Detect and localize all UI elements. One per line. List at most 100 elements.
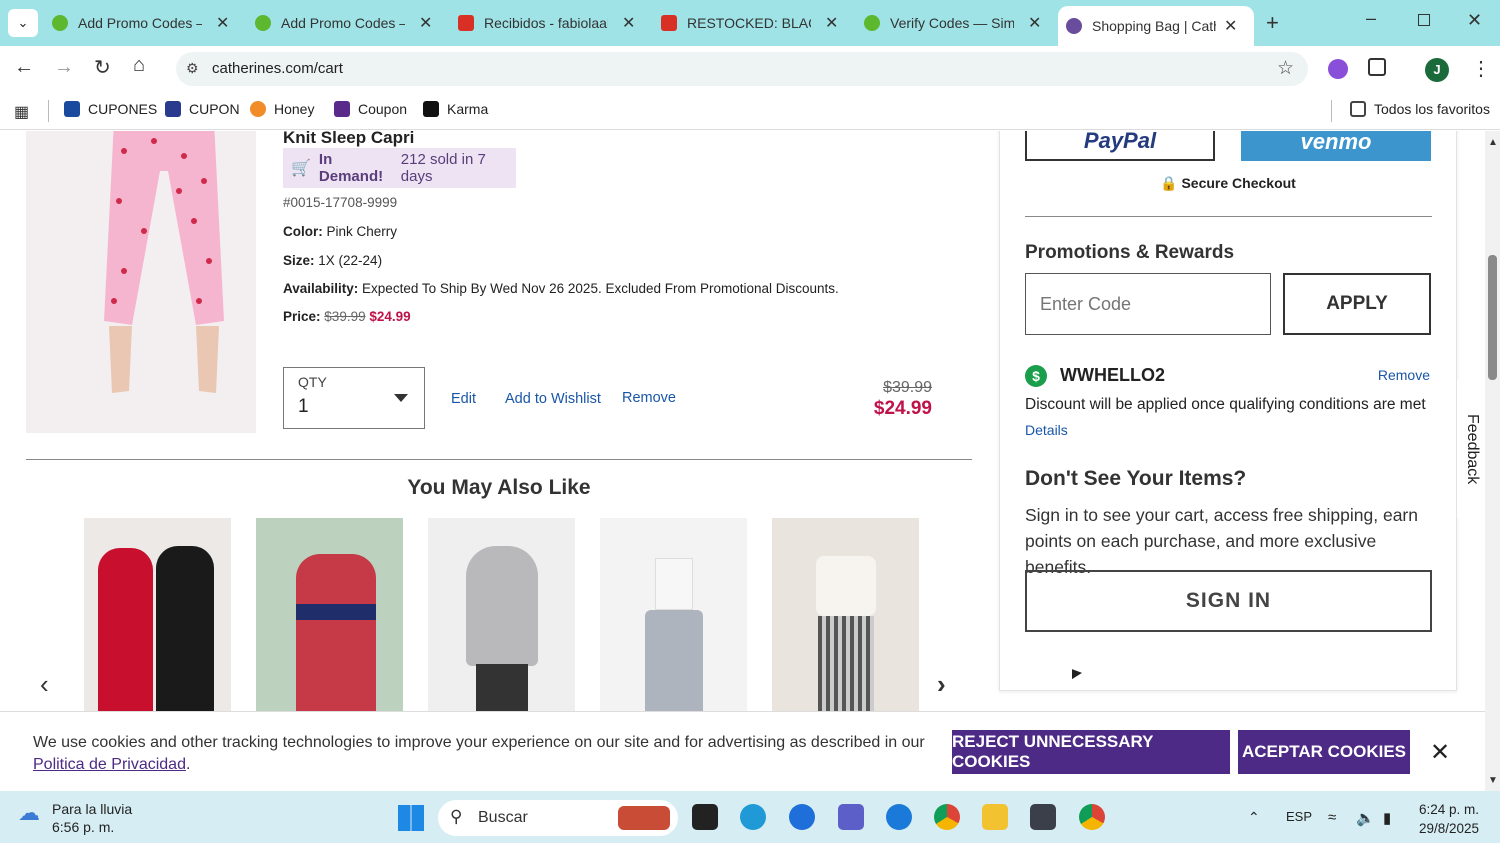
sign-in-button[interactable]: SIGN IN bbox=[1025, 570, 1432, 632]
edit-link[interactable]: Edit bbox=[451, 391, 476, 407]
tab-add-promo-codes-2[interactable]: Add Promo Codes — ✕ bbox=[255, 8, 432, 38]
accept-cookies-button[interactable]: ACEPTAR COOKIES bbox=[1238, 730, 1410, 774]
extension-purple-icon[interactable] bbox=[1328, 59, 1348, 79]
remove-item-link[interactable]: Remove bbox=[622, 390, 676, 406]
scroll-down-icon[interactable]: ▼ bbox=[1488, 775, 1498, 786]
volume-icon[interactable]: 🔈 bbox=[1356, 809, 1375, 827]
close-tab-icon[interactable]: ✕ bbox=[419, 13, 432, 33]
site-settings-icon[interactable]: ⚙ bbox=[186, 60, 199, 77]
tab-add-promo-codes-1[interactable]: Add Promo Codes — ✕ bbox=[52, 8, 229, 38]
carousel-prev-icon[interactable]: ‹ bbox=[40, 669, 49, 700]
close-banner-icon[interactable]: ✕ bbox=[1430, 738, 1450, 767]
show-hidden-icons[interactable]: ⌃ bbox=[1248, 809, 1260, 826]
add-to-wishlist-link[interactable]: Add to Wishlist bbox=[505, 391, 601, 407]
reload-icon[interactable]: ↻ bbox=[94, 55, 111, 80]
page-content: Knit Sleep Capri 🛒 In Demand! 212 sold i… bbox=[0, 131, 1500, 711]
home-icon[interactable]: ⌂ bbox=[133, 54, 145, 77]
tab-verify-codes[interactable]: Verify Codes — Simp ✕ bbox=[864, 8, 1041, 38]
close-tab-icon[interactable]: ✕ bbox=[825, 13, 838, 33]
bookmark-star-icon[interactable]: ☆ bbox=[1277, 57, 1294, 80]
remove-coupon-link[interactable]: Remove bbox=[1378, 367, 1430, 383]
product-thumbnail bbox=[655, 558, 693, 610]
bookmark-coupon[interactable]: Coupon bbox=[334, 101, 407, 117]
taskbar-search-label: Buscar bbox=[478, 809, 528, 826]
teams-icon[interactable] bbox=[838, 804, 864, 830]
recommendation-card[interactable] bbox=[84, 518, 231, 711]
extensions-puzzle-icon[interactable] bbox=[1368, 58, 1386, 76]
chrome-icon[interactable] bbox=[934, 804, 960, 830]
tab-title: Recibidos - fabiolaale bbox=[484, 15, 608, 31]
close-window-icon[interactable]: ✕ bbox=[1467, 10, 1482, 31]
minimize-icon[interactable]: – bbox=[1366, 8, 1376, 29]
windows-start-icon[interactable] bbox=[398, 805, 424, 831]
battery-icon[interactable]: ▮ bbox=[1383, 809, 1391, 827]
bookmark-cupones[interactable]: CUPONES bbox=[64, 101, 157, 117]
address-bar[interactable]: ⚙ catherines.com/cart ☆ bbox=[176, 52, 1308, 86]
privacy-policy-link[interactable]: Politica de Privacidad bbox=[33, 756, 186, 773]
all-bookmarks[interactable]: Todos los favoritos bbox=[1350, 101, 1490, 117]
bookmark-honey[interactable]: Honey bbox=[250, 101, 314, 117]
checkout-panel: PayPal venmo 🔒 Secure Checkout Promotion… bbox=[999, 131, 1457, 691]
wifi-icon[interactable]: ≈ bbox=[1328, 809, 1336, 826]
close-tab-icon[interactable]: ✕ bbox=[216, 13, 229, 33]
browser-toolbar: ← → ↻ ⌂ ⚙ catherines.com/cart ☆ J ⋮ bbox=[0, 46, 1500, 92]
edge-icon[interactable] bbox=[740, 804, 766, 830]
taskbar-search[interactable]: ⚲ Buscar bbox=[438, 800, 678, 836]
restore-icon[interactable] bbox=[1418, 14, 1430, 26]
carousel-next-icon[interactable]: › bbox=[937, 669, 946, 700]
profile-avatar[interactable]: J bbox=[1425, 58, 1449, 82]
scrollbar-thumb[interactable] bbox=[1488, 255, 1497, 380]
search-highlight-image bbox=[618, 806, 670, 830]
tab-shopping-bag[interactable]: Shopping Bag | Cathe ✕ bbox=[1058, 6, 1254, 46]
scroll-up-icon[interactable]: ▲ bbox=[1488, 137, 1498, 148]
app-icon[interactable] bbox=[886, 804, 912, 830]
apply-button[interactable]: APPLY bbox=[1283, 273, 1431, 335]
tab-search-dropdown-icon[interactable]: ⌄ bbox=[8, 9, 38, 37]
tab-recibidos[interactable]: Recibidos - fabiolaale ✕ bbox=[458, 8, 635, 38]
bookmark-karma[interactable]: Karma bbox=[423, 101, 488, 117]
tab-restocked[interactable]: RESTOCKED: BLAC ✕ bbox=[661, 8, 838, 38]
screen-app-icon[interactable] bbox=[1030, 804, 1056, 830]
file-explorer-icon[interactable] bbox=[982, 804, 1008, 830]
apps-grid-icon[interactable]: ▦ bbox=[14, 102, 29, 122]
cookie-banner: We use cookies and other tracking techno… bbox=[0, 711, 1485, 791]
close-tab-icon[interactable]: ✕ bbox=[1028, 13, 1041, 33]
section-divider bbox=[26, 459, 972, 460]
recommendation-card[interactable] bbox=[772, 518, 919, 711]
cupones-icon bbox=[64, 101, 80, 117]
recommendation-card[interactable] bbox=[256, 518, 403, 711]
weather-widget[interactable]: ☁ Para la lluvia 6:56 p. m. bbox=[18, 800, 132, 836]
venmo-button[interactable]: venmo bbox=[1241, 131, 1431, 161]
demand-text: 212 sold in 7 days bbox=[400, 151, 486, 185]
page-scrollbar[interactable]: ▲ ▼ bbox=[1485, 131, 1500, 791]
new-tab-icon[interactable]: + bbox=[1266, 10, 1279, 36]
price-sale: $24.99 bbox=[369, 309, 411, 324]
system-clock[interactable]: 6:24 p. m. 29/8/2025 bbox=[1419, 800, 1479, 838]
bookmark-cupon[interactable]: CUPON bbox=[165, 101, 240, 117]
back-icon[interactable]: ← bbox=[14, 56, 34, 79]
cart-icon: 🛒 bbox=[291, 160, 311, 177]
help-icon[interactable] bbox=[789, 804, 815, 830]
language-indicator[interactable]: ESP bbox=[1286, 809, 1312, 824]
promotions-title: Promotions & Rewards bbox=[1025, 242, 1235, 263]
chrome-profile-icon[interactable] bbox=[1079, 804, 1105, 830]
task-view-icon[interactable] bbox=[692, 804, 718, 830]
reject-cookies-button[interactable]: REJECT UNNECESSARY COOKIES bbox=[952, 730, 1230, 774]
menu-kebab-icon[interactable]: ⋮ bbox=[1471, 56, 1491, 81]
gmail-icon bbox=[458, 15, 474, 31]
recommendation-card[interactable] bbox=[428, 518, 575, 711]
forward-icon[interactable]: → bbox=[54, 56, 74, 79]
paypal-button[interactable]: PayPal bbox=[1025, 131, 1215, 161]
tab-title: Add Promo Codes — bbox=[78, 15, 202, 31]
product-name[interactable]: Knit Sleep Capri bbox=[283, 131, 414, 148]
quantity-select[interactable]: QTY 1 bbox=[283, 367, 425, 429]
product-image[interactable] bbox=[26, 131, 256, 433]
recommendation-card[interactable] bbox=[600, 518, 747, 711]
line-total-original: $39.99 bbox=[883, 379, 932, 396]
lock-icon bbox=[165, 101, 181, 117]
promo-code-input[interactable] bbox=[1025, 273, 1271, 335]
close-tab-icon[interactable]: ✕ bbox=[622, 13, 635, 33]
coupon-details-link[interactable]: Details bbox=[1025, 422, 1068, 438]
recommendations-title: You May Also Like bbox=[407, 476, 591, 499]
close-tab-icon[interactable]: ✕ bbox=[1224, 16, 1237, 36]
